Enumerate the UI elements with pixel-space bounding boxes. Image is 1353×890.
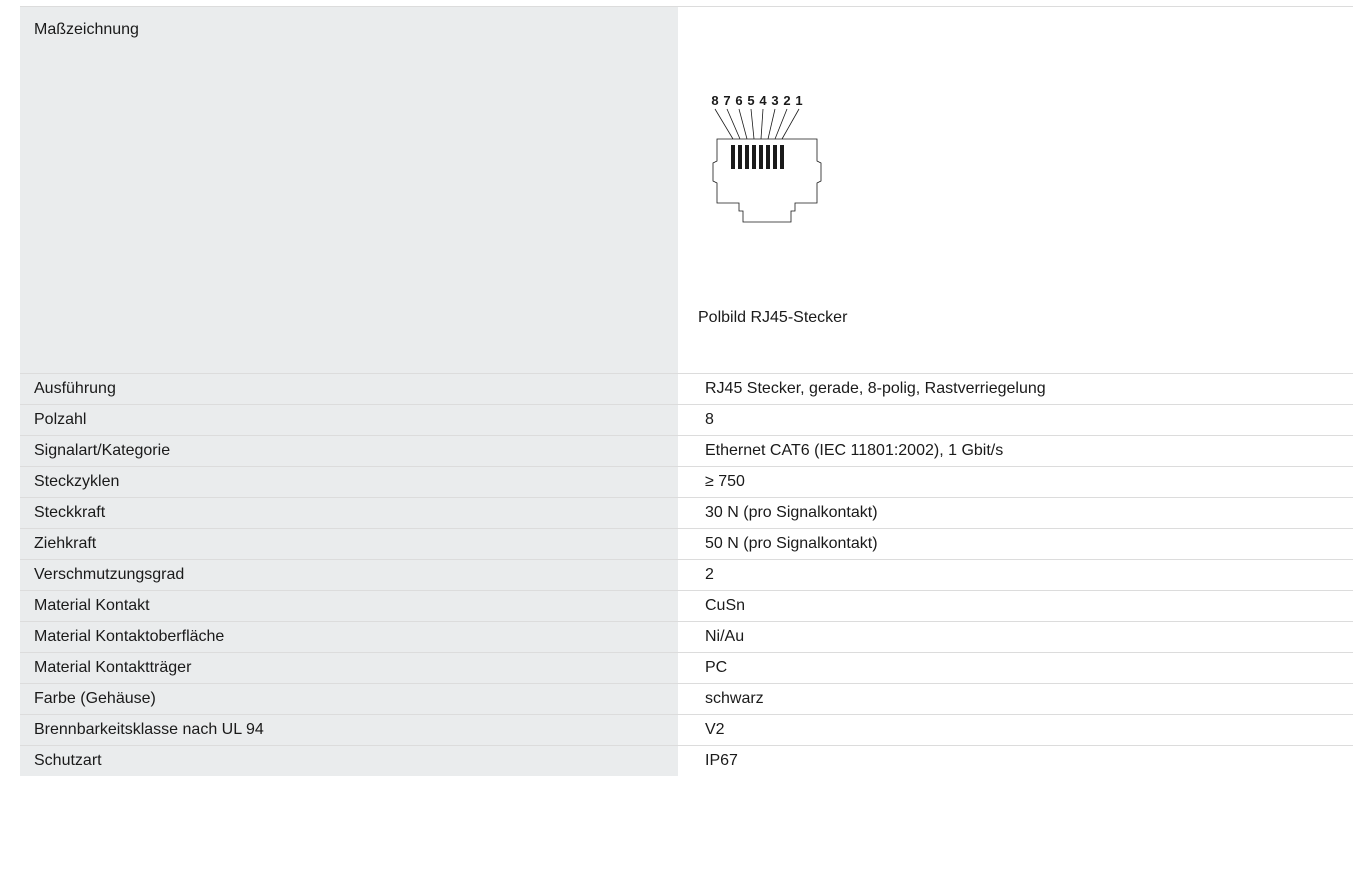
spec-value: schwarz xyxy=(678,684,1353,714)
spec-label: Material Kontaktträger xyxy=(20,653,678,683)
spec-value: ≥ 750 xyxy=(678,467,1353,497)
pin-number-label: 3 xyxy=(771,93,778,108)
spec-value: Ethernet CAT6 (IEC 11801:2002), 1 Gbit/s xyxy=(678,436,1353,466)
rj45-pinout-drawing: 8 7 6 5 4 3 2 1 xyxy=(711,93,822,223)
spec-value: PC xyxy=(678,653,1353,683)
spec-label: Steckzyklen xyxy=(20,467,678,497)
spec-row: Schutzart IP67 xyxy=(20,746,1353,776)
spec-value: IP67 xyxy=(678,746,1353,776)
spec-row: Steckkraft 30 N (pro Signalkontakt) xyxy=(20,498,1353,529)
spec-row: Material Kontaktoberfläche Ni/Au xyxy=(20,622,1353,653)
spec-value: Ni/Au xyxy=(678,622,1353,652)
spec-table: Maßzeichnung 8 7 6 5 4 3 2 1 Polbild RJ4… xyxy=(20,6,1353,776)
spec-value: CuSn xyxy=(678,591,1353,621)
pin-leader-lines xyxy=(714,108,800,140)
pin-number-label: 7 xyxy=(723,93,730,108)
spec-label: Schutzart xyxy=(20,746,678,776)
spec-row: Ausführung RJ45 Stecker, gerade, 8-polig… xyxy=(20,374,1353,405)
spec-label: Verschmutzungsgrad xyxy=(20,560,678,590)
spec-label: Polzahl xyxy=(20,405,678,435)
spec-row: Steckzyklen ≥ 750 xyxy=(20,467,1353,498)
spec-value: V2 xyxy=(678,715,1353,745)
spec-row: Ziehkraft 50 N (pro Signalkontakt) xyxy=(20,529,1353,560)
spec-label: Material Kontakt xyxy=(20,591,678,621)
spec-row: Farbe (Gehäuse) schwarz xyxy=(20,684,1353,715)
spec-label: Steckkraft xyxy=(20,498,678,528)
dimension-drawing-cell: 8 7 6 5 4 3 2 1 Polbild RJ45-Stecker xyxy=(678,7,1353,373)
spec-value: 8 xyxy=(678,405,1353,435)
spec-row: Material Kontaktträger PC xyxy=(20,653,1353,684)
pin-number-label: 2 xyxy=(783,93,790,108)
pin-number-label: 1 xyxy=(795,93,802,108)
spec-label: Signalart/Kategorie xyxy=(20,436,678,466)
spec-label: Maßzeichnung xyxy=(20,7,678,373)
spec-label: Farbe (Gehäuse) xyxy=(20,684,678,714)
spec-row: Signalart/Kategorie Ethernet CAT6 (IEC 1… xyxy=(20,436,1353,467)
spec-row: Brennbarkeitsklasse nach UL 94 V2 xyxy=(20,715,1353,746)
pin-number-label: 8 xyxy=(711,93,718,108)
spec-label: Ausführung xyxy=(20,374,678,404)
spec-row: Verschmutzungsgrad 2 xyxy=(20,560,1353,591)
spec-value: 2 xyxy=(678,560,1353,590)
spec-row: Polzahl 8 xyxy=(20,405,1353,436)
pin-number-label: 4 xyxy=(759,93,767,108)
dimension-drawing-row: Maßzeichnung 8 7 6 5 4 3 2 1 Polbild RJ4… xyxy=(20,7,1353,374)
contact-blades xyxy=(731,145,784,169)
spec-label: Material Kontaktoberfläche xyxy=(20,622,678,652)
spec-row: Material Kontakt CuSn xyxy=(20,591,1353,622)
spec-value: RJ45 Stecker, gerade, 8-polig, Rastverri… xyxy=(678,374,1353,404)
spec-value: 30 N (pro Signalkontakt) xyxy=(678,498,1353,528)
spec-label: Brennbarkeitsklasse nach UL 94 xyxy=(20,715,678,745)
spec-value: 50 N (pro Signalkontakt) xyxy=(678,529,1353,559)
pin-number-label: 5 xyxy=(747,93,754,108)
spec-label: Ziehkraft xyxy=(20,529,678,559)
drawing-caption: Polbild RJ45-Stecker xyxy=(698,309,848,326)
pin-number-label: 6 xyxy=(735,93,742,108)
